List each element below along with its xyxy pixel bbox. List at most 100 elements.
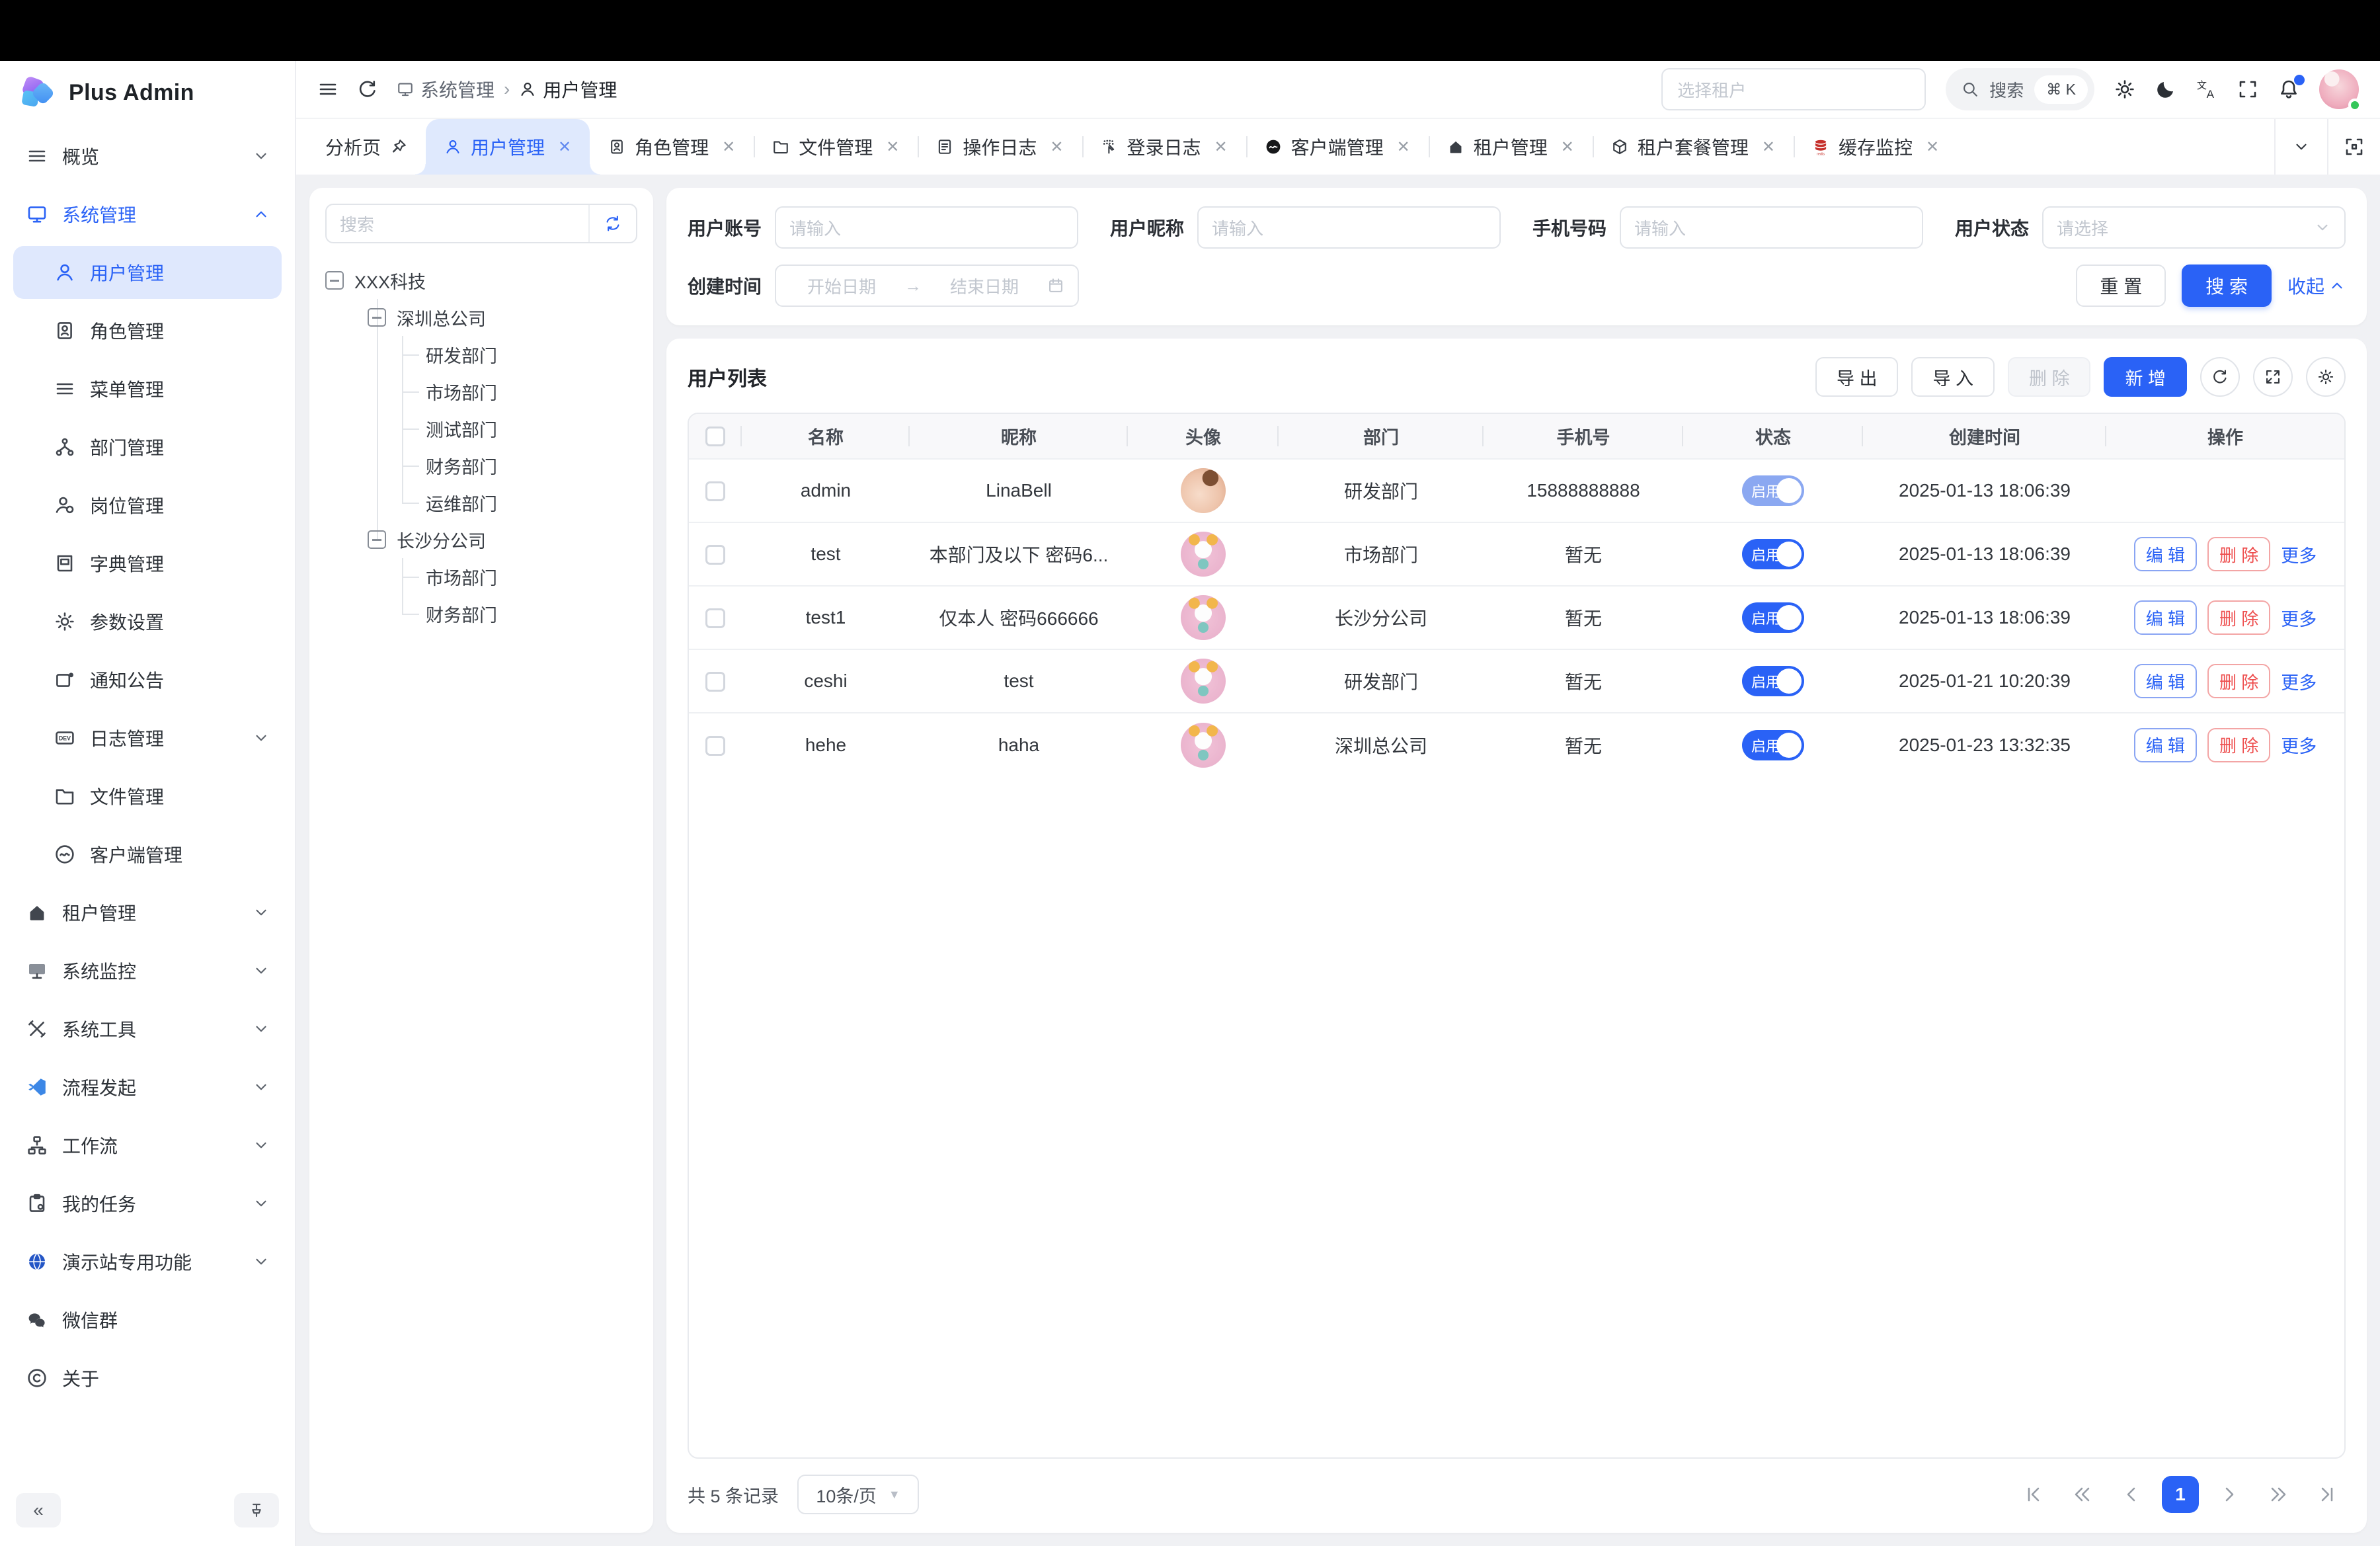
sidebar-item-post-mgmt[interactable]: 岗位管理: [13, 479, 282, 532]
translate-icon[interactable]: 文A: [2196, 79, 2217, 100]
status-toggle[interactable]: 启用: [1742, 730, 1804, 760]
tabs-dropdown-button[interactable]: [2274, 119, 2327, 175]
table-settings-gear-button[interactable]: [2306, 357, 2346, 397]
tab-file-mgmt[interactable]: 文件管理 ✕: [754, 119, 918, 175]
row-checkbox[interactable]: [705, 672, 725, 692]
more-button[interactable]: 更多: [2281, 669, 2317, 694]
search-button[interactable]: 搜 索: [2182, 264, 2272, 307]
close-icon[interactable]: ✕: [1561, 138, 1574, 157]
row-checkbox[interactable]: [705, 545, 725, 565]
sidebar-item-client-mgmt[interactable]: 客户端管理: [13, 828, 282, 881]
more-button[interactable]: 更多: [2281, 732, 2317, 758]
sidebar-item-tenant-mgmt[interactable]: 租户管理: [13, 886, 282, 939]
sidebar-item-system-tools[interactable]: 系统工具: [13, 1002, 282, 1055]
status-toggle[interactable]: 启用: [1742, 475, 1804, 506]
tree-node[interactable]: 长沙分公司: [325, 521, 637, 558]
sidebar-item-workflow[interactable]: 工作流: [13, 1119, 282, 1172]
tab-operation-log[interactable]: 操作日志 ✕: [918, 119, 1082, 175]
sidebar-collapse-button[interactable]: «: [16, 1493, 61, 1527]
last-page-button[interactable]: [2309, 1476, 2346, 1513]
delete-button[interactable]: 删 除: [2008, 357, 2091, 397]
table-refresh-button[interactable]: [2200, 357, 2240, 397]
pin-icon[interactable]: [390, 138, 407, 155]
sidebar-item-menu-mgmt[interactable]: 菜单管理: [13, 362, 282, 415]
select-all-checkbox[interactable]: [705, 427, 725, 446]
tree-node[interactable]: 测试部门: [325, 410, 637, 447]
tree-search-input[interactable]: 搜索: [325, 204, 637, 243]
row-delete-button[interactable]: 删 除: [2207, 664, 2270, 698]
sidebar-item-wechat-group[interactable]: 微信群: [13, 1293, 282, 1346]
account-input[interactable]: 请输入: [775, 206, 1078, 249]
row-delete-button[interactable]: 删 除: [2207, 728, 2270, 762]
sidebar-item-file-mgmt[interactable]: 文件管理: [13, 770, 282, 823]
content-fullscreen-button[interactable]: [2327, 119, 2380, 175]
first-page-button[interactable]: [2015, 1476, 2052, 1513]
global-search-button[interactable]: 搜索 ⌘ K: [1946, 68, 2094, 110]
row-delete-button[interactable]: 删 除: [2207, 537, 2270, 571]
phone-input[interactable]: 请输入: [1620, 206, 1923, 249]
sidebar-item-dict-mgmt[interactable]: 字典管理: [13, 537, 282, 590]
edit-button[interactable]: 编 辑: [2134, 537, 2197, 571]
sidebar-item-overview[interactable]: 概览: [13, 130, 282, 183]
export-button[interactable]: 导 出: [1815, 357, 1899, 397]
status-toggle[interactable]: 启用: [1742, 539, 1804, 569]
sidebar-item-params[interactable]: 参数设置: [13, 595, 282, 648]
hamburger-icon[interactable]: [317, 79, 338, 100]
tree-node[interactable]: XXX科技: [325, 262, 637, 299]
tab-client-mgmt[interactable]: 客户端管理 ✕: [1246, 119, 1429, 175]
add-button[interactable]: 新 增: [2104, 357, 2187, 397]
close-icon[interactable]: ✕: [1762, 138, 1775, 157]
close-icon[interactable]: ✕: [558, 138, 571, 157]
edit-button[interactable]: 编 辑: [2134, 664, 2197, 698]
tree-node[interactable]: 财务部门: [325, 447, 637, 484]
row-delete-button[interactable]: 删 除: [2207, 600, 2270, 635]
edit-button[interactable]: 编 辑: [2134, 728, 2197, 762]
tab-tenant-package-mgmt[interactable]: 租户套餐管理 ✕: [1593, 119, 1794, 175]
tab-role-mgmt[interactable]: 角色管理 ✕: [590, 119, 754, 175]
more-button[interactable]: 更多: [2281, 542, 2317, 567]
tree-node[interactable]: 市场部门: [325, 558, 637, 595]
sidebar-item-about[interactable]: 关于: [13, 1352, 282, 1404]
sidebar-item-demo-features[interactable]: 演示站专用功能: [13, 1235, 282, 1288]
tab-user-mgmt[interactable]: 用户管理 ✕: [426, 119, 590, 175]
sidebar-item-flow-start[interactable]: 流程发起: [13, 1061, 282, 1114]
page-size-select[interactable]: 10条/页 ▼: [797, 1475, 919, 1514]
close-icon[interactable]: ✕: [886, 138, 899, 157]
sidebar-item-my-tasks[interactable]: 我的任务: [13, 1177, 282, 1230]
sidebar-pin-button[interactable]: [234, 1493, 279, 1527]
status-toggle[interactable]: 启用: [1742, 602, 1804, 633]
back-5-pages-button[interactable]: [2064, 1476, 2101, 1513]
fullscreen-icon[interactable]: [2237, 79, 2258, 100]
sidebar-item-role-mgmt[interactable]: 角色管理: [13, 304, 282, 357]
row-checkbox[interactable]: [705, 608, 725, 628]
edit-button[interactable]: 编 辑: [2134, 600, 2197, 635]
import-button[interactable]: 导 入: [1911, 357, 1995, 397]
status-toggle[interactable]: 启用: [1742, 666, 1804, 696]
tree-node[interactable]: 财务部门: [325, 595, 637, 632]
nickname-input[interactable]: 请输入: [1197, 206, 1501, 249]
close-icon[interactable]: ✕: [1397, 138, 1410, 157]
table-fullscreen-button[interactable]: [2253, 357, 2293, 397]
row-checkbox[interactable]: [705, 481, 725, 501]
next-page-button[interactable]: [2211, 1476, 2248, 1513]
sidebar-item-notice[interactable]: 通知公告: [13, 653, 282, 706]
tree-refresh-icon[interactable]: [588, 205, 636, 242]
collapse-filters-link[interactable]: 收起: [2287, 272, 2346, 299]
tab-login-log[interactable]: 登录日志 ✕: [1082, 119, 1246, 175]
tenant-select[interactable]: 选择租户: [1661, 68, 1926, 110]
close-icon[interactable]: ✕: [1050, 138, 1063, 157]
notifications-bell-icon[interactable]: [2278, 79, 2299, 100]
tree-collapse-icon[interactable]: [368, 308, 386, 327]
row-checkbox[interactable]: [705, 736, 725, 756]
created-date-range-input[interactable]: 开始日期 → 结束日期: [775, 264, 1079, 307]
close-icon[interactable]: ✕: [722, 138, 735, 157]
forward-5-pages-button[interactable]: [2260, 1476, 2297, 1513]
dark-mode-moon-icon[interactable]: [2155, 79, 2176, 100]
prev-page-button[interactable]: [2113, 1476, 2150, 1513]
sidebar-item-user-mgmt[interactable]: 用户管理: [13, 246, 282, 299]
user-avatar[interactable]: [2319, 69, 2359, 109]
status-select[interactable]: 请选择: [2042, 206, 2346, 249]
reset-button[interactable]: 重 置: [2076, 264, 2166, 307]
sidebar-item-system-monitor[interactable]: 系统监控: [13, 944, 282, 997]
tab-analysis-page[interactable]: 分析页: [307, 119, 426, 175]
